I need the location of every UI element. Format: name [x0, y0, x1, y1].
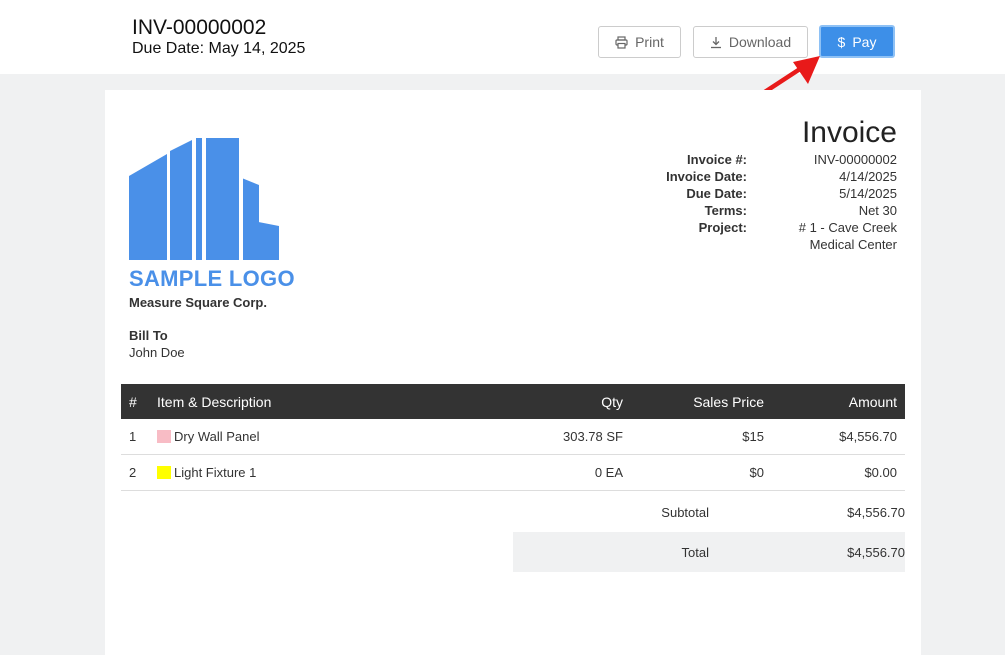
pay-label: Pay — [852, 33, 877, 50]
meta-label: Terms: — [704, 203, 747, 218]
color-swatch — [157, 466, 171, 479]
row-qty: 303.78 SF — [563, 429, 623, 444]
table-row: 1 Dry Wall Panel 303.78 SF $15 $4,556.70 — [121, 419, 905, 455]
subtotal-label: Subtotal — [661, 504, 709, 520]
item-name: Dry Wall Panel — [174, 429, 260, 444]
meta-value: Medical Center — [809, 237, 897, 252]
logo-text: SAMPLE LOGO — [129, 266, 295, 291]
meta-value: 4/14/2025 — [839, 169, 897, 184]
meta-row-invoice-number: Invoice #: INV-00000002 — [605, 151, 897, 168]
row-qty: 0 EA — [594, 465, 623, 480]
bill-to-label: Bill To — [129, 328, 168, 343]
meta-row-invoice-date: Invoice Date: 4/14/2025 — [605, 168, 897, 185]
meta-value: 5/14/2025 — [839, 186, 897, 201]
download-label: Download — [728, 34, 792, 50]
row-amount: $4,556.70 — [839, 429, 897, 444]
download-icon — [710, 36, 722, 49]
total-row: Total $4,556.70 — [513, 532, 905, 572]
total-label: Total — [681, 544, 709, 560]
totals-section: Subtotal $4,556.70 Total $4,556.70 — [513, 492, 905, 572]
meta-label: Invoice Date: — [666, 169, 747, 184]
invoice-meta: Invoice #: INV-00000002 Invoice Date: 4/… — [605, 151, 897, 253]
meta-label: Invoice #: — [687, 152, 747, 167]
col-price-header: Sales Price — [693, 393, 764, 410]
meta-label: Due Date: — [686, 186, 747, 201]
subtotal-row: Subtotal $4,556.70 — [513, 492, 905, 532]
meta-value: # 1 - Cave Creek — [798, 220, 897, 235]
row-amount: $0.00 — [864, 465, 897, 480]
bill-to-name: John Doe — [129, 345, 185, 360]
row-price: $0 — [749, 465, 764, 480]
meta-row-project-cont: Medical Center — [605, 236, 897, 253]
col-qty-header: Qty — [601, 393, 623, 410]
pay-button[interactable]: $ Pay — [819, 25, 895, 58]
col-amount-header: Amount — [848, 393, 897, 410]
row-number: 1 — [129, 429, 137, 444]
meta-row-project: Project: # 1 - Cave Creek — [605, 219, 897, 236]
col-item-header: Item & Description — [157, 393, 272, 410]
subtotal-value: $4,556.70 — [847, 504, 905, 520]
document-title: Invoice — [801, 116, 897, 149]
table-row: 2 Light Fixture 1 0 EA $0 $0.00 — [121, 455, 905, 491]
meta-row-due-date: Due Date: 5/14/2025 — [605, 185, 897, 202]
company-name: Measure Square Corp. — [129, 295, 267, 310]
color-swatch — [157, 430, 171, 443]
dollar-icon: $ — [837, 33, 846, 50]
meta-value: Net 30 — [858, 203, 897, 218]
row-item: Light Fixture 1 — [157, 465, 437, 480]
row-price: $15 — [742, 429, 764, 444]
printer-icon — [615, 35, 628, 49]
total-value: $4,556.70 — [847, 544, 905, 560]
row-number: 2 — [129, 465, 137, 480]
table-header: # Item & Description Qty Sales Price Amo… — [121, 384, 905, 419]
meta-label — [605, 236, 747, 253]
invoice-document: SAMPLE LOGO Measure Square Corp. Bill To… — [105, 90, 921, 655]
meta-value: INV-00000002 — [813, 152, 897, 167]
print-label: Print — [635, 34, 664, 50]
meta-row-terms: Terms: Net 30 — [605, 202, 897, 219]
invoice-id: INV-00000002 — [132, 16, 267, 39]
row-item: Dry Wall Panel — [157, 429, 437, 444]
item-name: Light Fixture 1 — [174, 465, 257, 480]
line-items-table: # Item & Description Qty Sales Price Amo… — [121, 384, 905, 491]
meta-label: Project: — [698, 220, 747, 235]
top-bar: INV-00000002 Due Date: May 14, 2025 Prin… — [0, 0, 1005, 74]
due-date: Due Date: May 14, 2025 — [132, 40, 306, 57]
building-logo-icon — [129, 114, 279, 260]
print-button[interactable]: Print — [598, 26, 681, 58]
col-number-header: # — [129, 393, 137, 410]
